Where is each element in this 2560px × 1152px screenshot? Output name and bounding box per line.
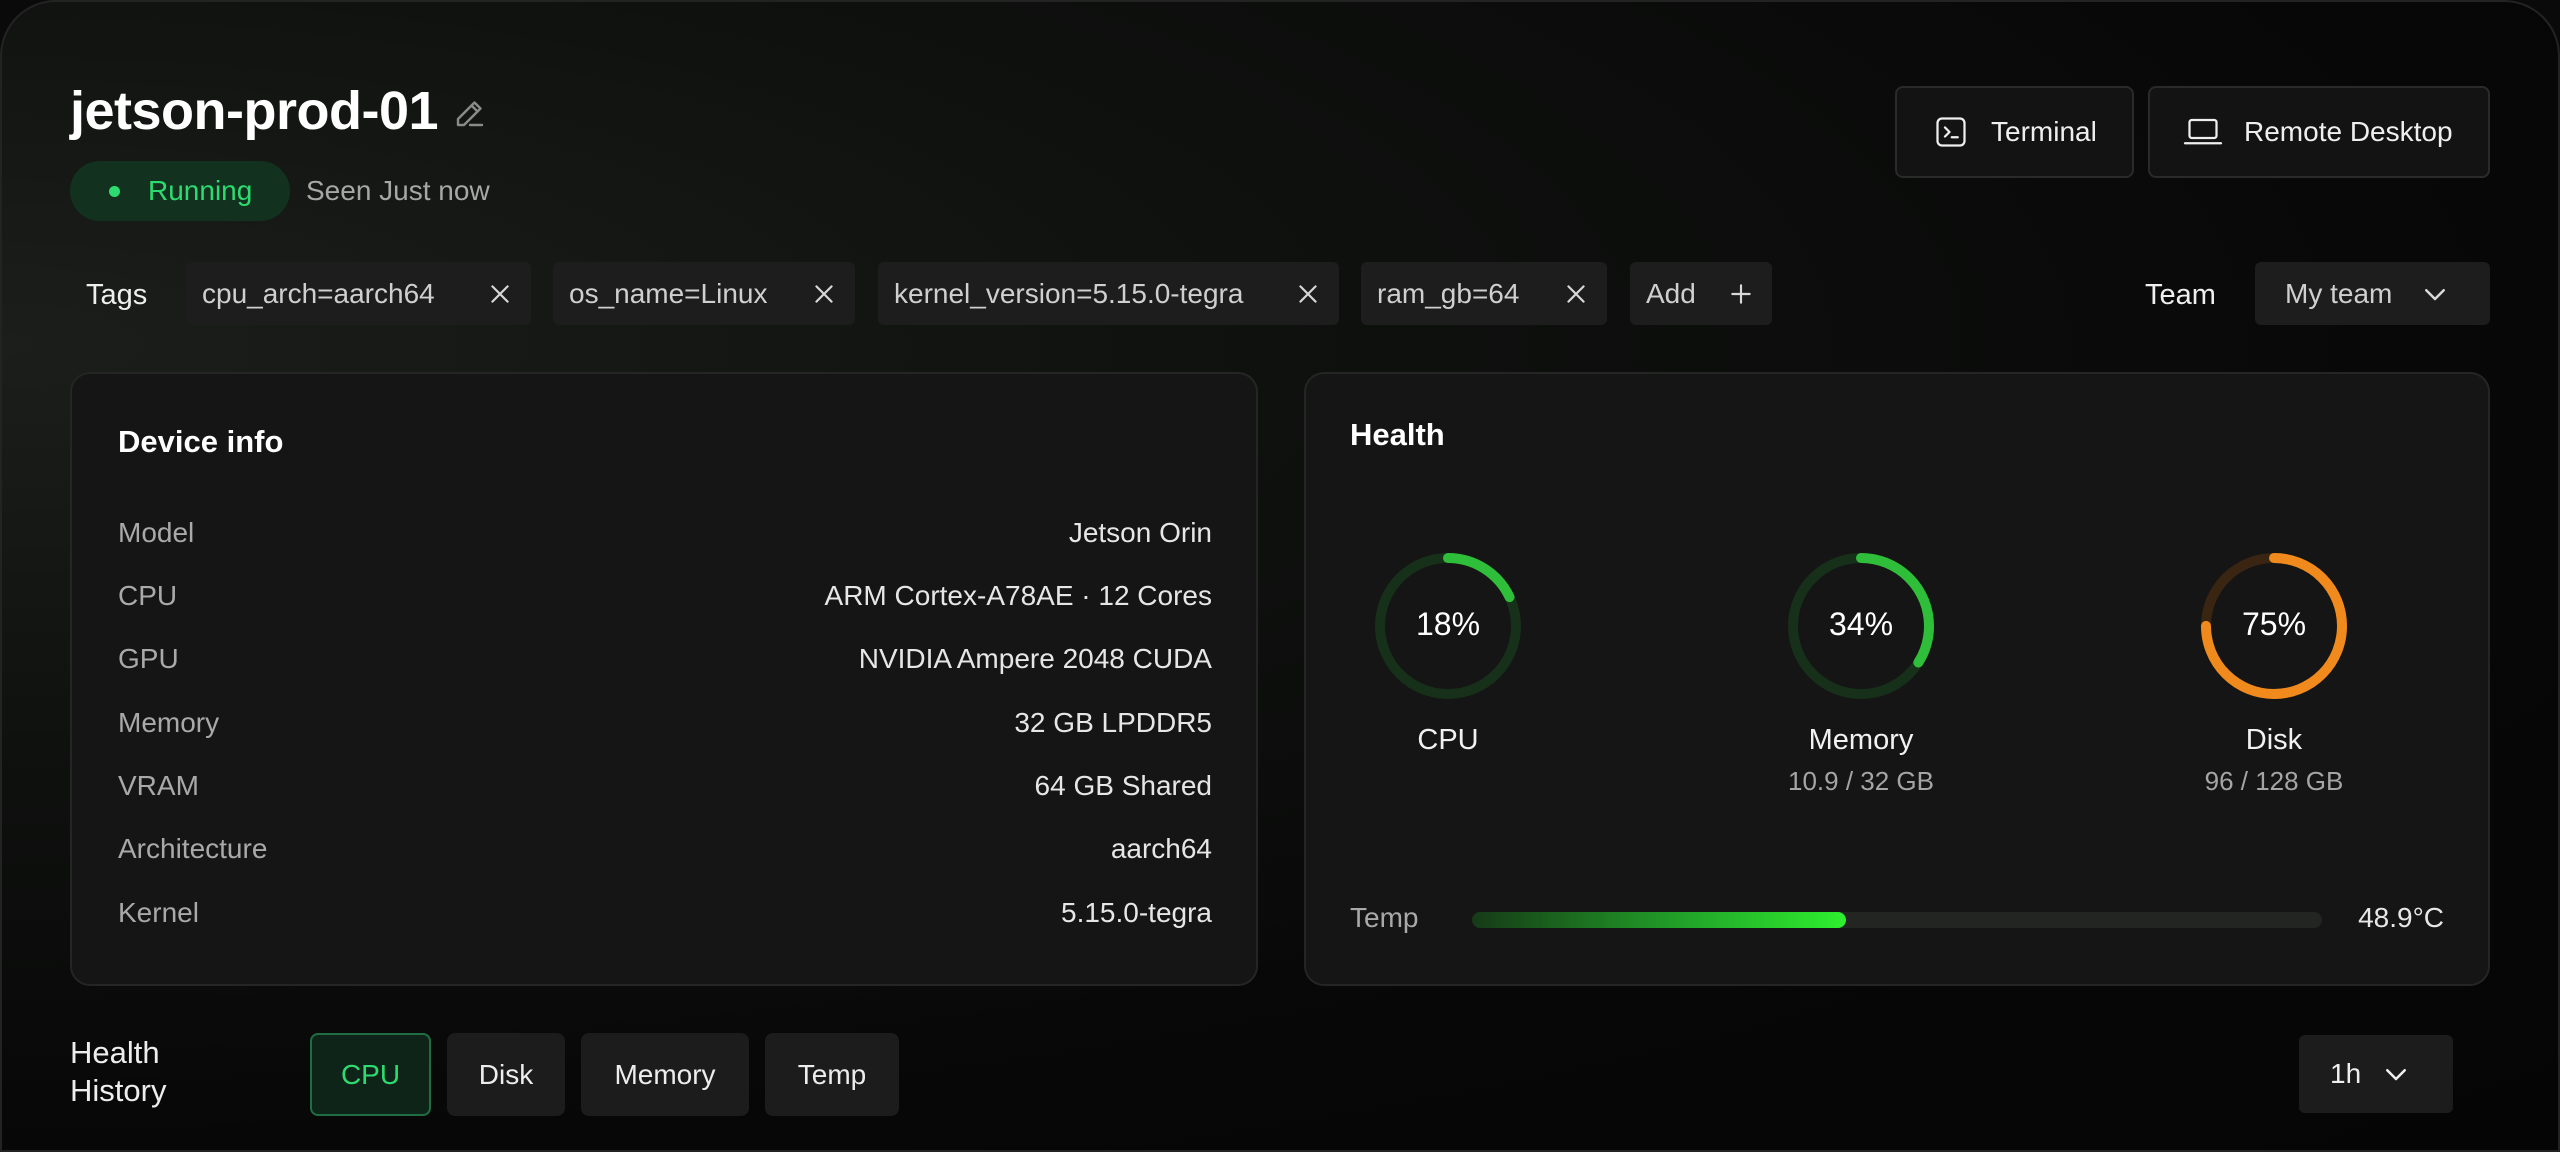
memory-gauge: 34% (1781, 546, 1941, 706)
info-row-value-vram: 64 GB Shared (1034, 770, 1212, 801)
info-row-value-gpu: NVIDIA Ampere 2048 CUDA (858, 643, 1212, 674)
memory-gauge-percent: 34% (1828, 606, 1894, 642)
health-title: Health (1350, 417, 1445, 452)
tags-label: Tags (86, 279, 148, 311)
terminal-icon (1933, 114, 1969, 150)
team-select[interactable]: My team (2255, 262, 2490, 325)
info-row-label-cpu: CPU (118, 580, 178, 611)
team-label: Team (2145, 279, 2216, 311)
memory-gauge-label: Memory (1808, 724, 1914, 756)
info-row-value-architecture: aarch64 (1110, 833, 1212, 864)
laptop-icon (2182, 114, 2224, 150)
chevron-down-icon (2425, 288, 2446, 300)
disk-gauge-percent: 75% (2241, 606, 2307, 642)
health-history-label: Health History (70, 1035, 167, 1108)
tab-temp[interactable]: Temp (765, 1033, 899, 1116)
chevron-down-icon (2386, 1069, 2407, 1081)
tab-cpu[interactable]: CPU (310, 1033, 431, 1116)
temp-bar (1472, 912, 2322, 928)
add-tag-label: Add (1646, 277, 1696, 309)
tag-text: cpu_arch=aarch64 (202, 277, 435, 309)
team-selected-value: My team (2285, 277, 2393, 309)
tag-text: os_name=Linux (569, 277, 768, 309)
disk-gauge-usage: 96 / 128 GB (2204, 766, 2344, 796)
cpu-gauge: 18% (1368, 546, 1528, 706)
remote-desktop-button[interactable]: Remote Desktop (2148, 86, 2490, 178)
tab-memory[interactable]: Memory (581, 1033, 749, 1116)
health-panel: Health 18% CPU 34% Memory 10.9 / 32 GB 7… (1304, 372, 2490, 986)
remove-tag-icon[interactable] (811, 281, 837, 307)
info-row-value-memory: 32 GB LPDDR5 (1014, 707, 1212, 738)
temp-bar-fill (1472, 912, 1846, 928)
remote-desktop-label: Remote Desktop (2244, 116, 2453, 147)
terminal-label: Terminal (1991, 116, 2097, 147)
info-row-value-cpu: ARM Cortex-A78AE · 12 Cores (824, 580, 1212, 611)
disk-gauge-label: Disk (2245, 724, 2303, 756)
add-tag-button[interactable]: Add (1630, 262, 1772, 325)
info-row-label-memory: Memory (118, 707, 220, 738)
info-row-value-kernel: 5.15.0-tegra (1061, 897, 1212, 928)
tab-disk[interactable]: Disk (447, 1033, 565, 1116)
info-row-label-gpu: GPU (118, 643, 179, 674)
temp-value: 48.9°C (2358, 902, 2444, 933)
status-text: Running (148, 175, 253, 206)
tag-chip: cpu_arch=aarch64 (186, 262, 531, 325)
info-row-label-architecture: Architecture (118, 833, 268, 864)
tag-chip: kernel_version=5.15.0-tegra (878, 262, 1339, 325)
status-badge: Running (70, 161, 290, 221)
info-row-label-vram: VRAM (118, 770, 199, 801)
tag-chip: ram_gb=64 (1361, 262, 1607, 325)
status-dot (109, 185, 120, 197)
device-name: jetson-prod-01 (70, 81, 439, 141)
remove-tag-icon[interactable] (1295, 281, 1321, 307)
info-row-value-model: Jetson Orin (1068, 517, 1212, 548)
tag-text: ram_gb=64 (1377, 277, 1520, 309)
cpu-gauge-label: CPU (1417, 724, 1479, 756)
remove-tag-icon[interactable] (1563, 281, 1589, 307)
plus-icon (1731, 283, 1751, 304)
remove-tag-icon[interactable] (487, 281, 513, 307)
cpu-gauge-percent: 18% (1415, 606, 1481, 642)
temp-label: Temp (1350, 902, 1419, 933)
info-row-label-model: Model (118, 517, 195, 548)
device-info-panel: Device info Model Jetson Orin CPU ARM Co… (70, 372, 1258, 986)
edit-icon[interactable] (452, 95, 488, 131)
info-row-label-kernel: Kernel (118, 897, 199, 928)
disk-gauge: 75% (2194, 546, 2354, 706)
device-info-title: Device info (118, 424, 284, 459)
tag-text: kernel_version=5.15.0-tegra (894, 277, 1244, 309)
tag-chip: os_name=Linux (553, 262, 855, 325)
last-seen-text: Seen Just now (306, 175, 490, 206)
device-detail-page: jetson-prod-01 Running Seen Just now Ter… (0, 0, 2560, 1152)
time-range-value: 1h (2330, 1058, 2362, 1089)
time-range-select[interactable]: 1h (2299, 1035, 2453, 1113)
memory-gauge-usage: 10.9 / 32 GB (1788, 766, 1934, 796)
terminal-button[interactable]: Terminal (1895, 86, 2134, 178)
